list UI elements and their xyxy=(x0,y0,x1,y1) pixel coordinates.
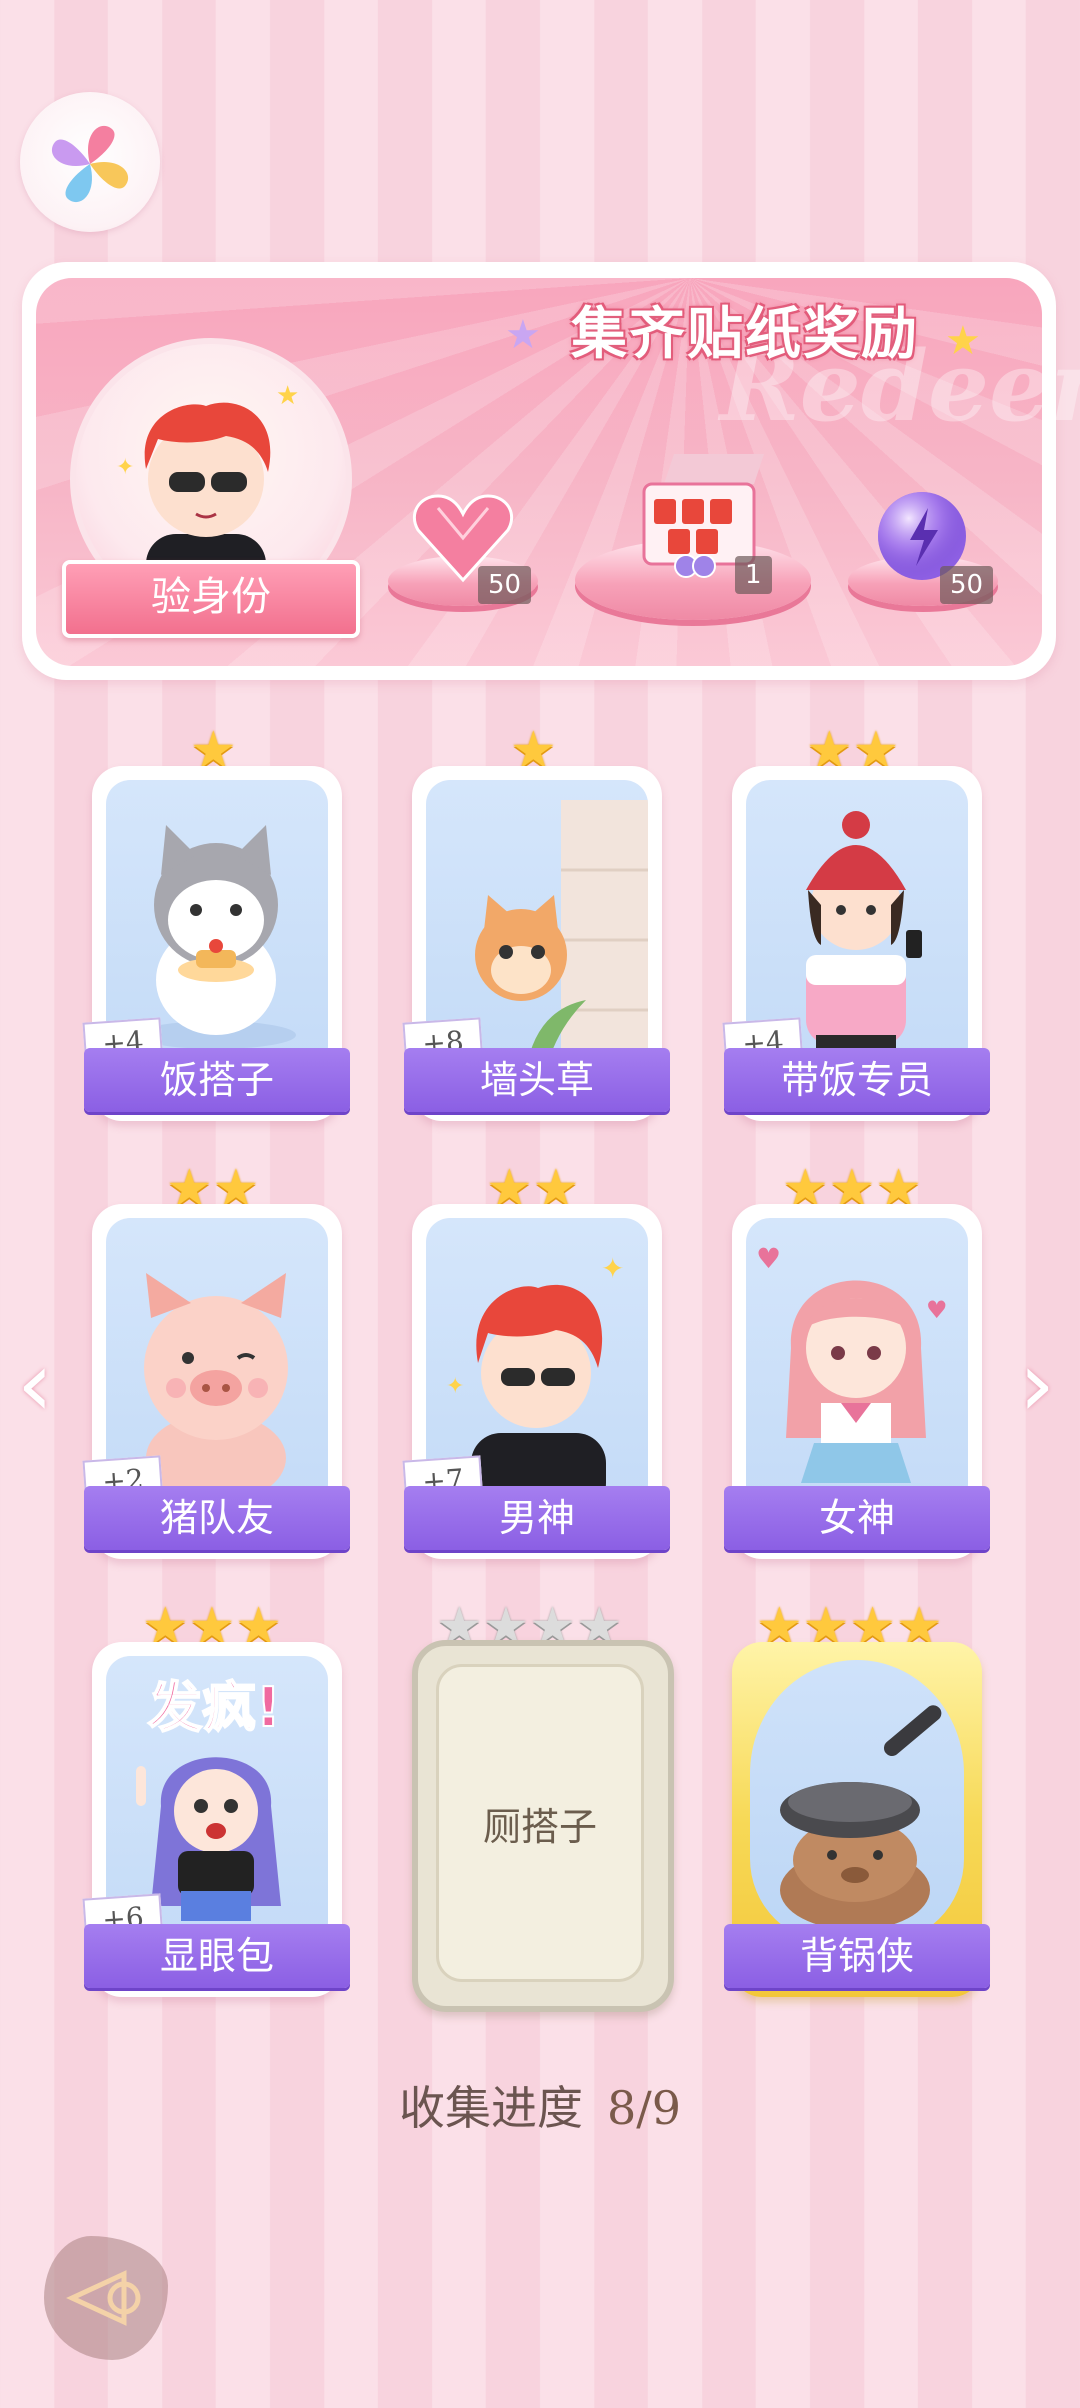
verify-identity-button[interactable]: 验身份 xyxy=(62,560,360,638)
sticker-card[interactable]: 背锅侠 xyxy=(724,1642,990,1997)
app-logo[interactable] xyxy=(20,92,160,232)
sticker-art: ♥ ♥ xyxy=(746,1218,968,1508)
capybara-with-pan-icon xyxy=(780,1705,942,1930)
locked-sticker-frame: 厕搭子 xyxy=(436,1664,644,1982)
svg-text:✦: ✦ xyxy=(446,1374,464,1399)
sticker-name: 男神 xyxy=(404,1486,670,1550)
progress-label: 收集进度 xyxy=(398,2081,583,2135)
locked-sticker-card[interactable]: 厕搭子 xyxy=(412,1640,674,2012)
previous-page-arrow-icon[interactable]: ‹ xyxy=(10,1340,60,1430)
svg-text:♥: ♥ xyxy=(756,1242,781,1275)
sticker-card[interactable]: +2 猪队友 xyxy=(82,1204,350,1559)
banner-title: 集齐贴纸奖励 xyxy=(571,302,919,367)
pink-hair-girl-icon: ♥ ♥ xyxy=(756,1242,948,1483)
sticker-name: 女神 xyxy=(724,1486,990,1550)
reward-count: 1 xyxy=(735,556,772,594)
sticker-art xyxy=(750,1660,964,1944)
progress-value: 8/9 xyxy=(606,2081,682,2135)
back-arrow-icon xyxy=(66,2270,141,2326)
sticker-name: 厕搭子 xyxy=(482,1804,597,1849)
sparkle-icon: ★ xyxy=(945,318,981,364)
sticker-name: 带饭专员 xyxy=(724,1048,990,1112)
sticker-card[interactable]: +4 饭搭子 xyxy=(82,766,350,1121)
sticker-card[interactable]: 发疯! +6 显眼包 xyxy=(82,1642,350,1997)
sticker-card[interactable]: ♥ ♥ 女神 xyxy=(724,1204,990,1559)
sticker-name: 猪队友 xyxy=(84,1486,350,1550)
sticker-art-text: 发疯! xyxy=(148,1676,281,1739)
svg-text:✦: ✦ xyxy=(116,455,134,480)
sticker-name: 墙头草 xyxy=(404,1048,670,1112)
sticker-card[interactable]: ✦ ✦ +7 男神 xyxy=(402,1204,670,1559)
sparkle-icon: ★ xyxy=(505,312,541,358)
reward-count: 50 xyxy=(940,566,994,604)
next-page-arrow-icon[interactable]: › xyxy=(1012,1340,1062,1430)
sticker-name: 饭搭子 xyxy=(84,1048,350,1112)
collection-progress: 收集进度 8/9 xyxy=(0,2072,1080,2138)
sticker-name: 背锅侠 xyxy=(724,1924,990,1988)
sticker-card[interactable]: +4 带饭专员 xyxy=(722,766,990,1121)
back-button[interactable] xyxy=(44,2236,168,2360)
sticker-card[interactable]: +8 墙头草 xyxy=(402,766,670,1121)
reward-count: 50 xyxy=(478,566,532,604)
svg-text:✦: ✦ xyxy=(601,1252,624,1285)
svg-text:♥: ♥ xyxy=(926,1296,948,1324)
sticker-name: 显眼包 xyxy=(84,1924,350,1988)
svg-text:★: ★ xyxy=(276,381,299,411)
pinwheel-icon xyxy=(51,125,129,203)
